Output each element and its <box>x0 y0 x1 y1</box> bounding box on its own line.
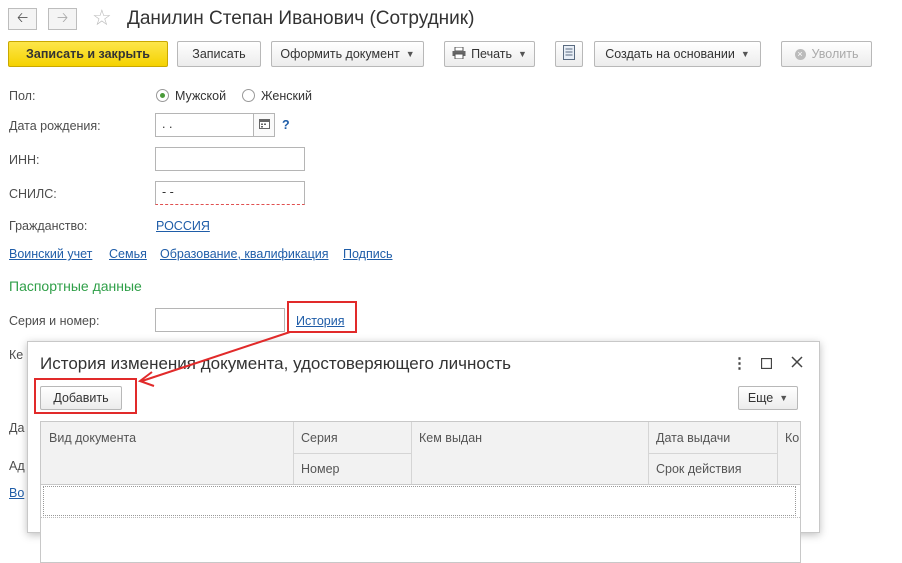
annotation-arrow <box>137 331 291 387</box>
